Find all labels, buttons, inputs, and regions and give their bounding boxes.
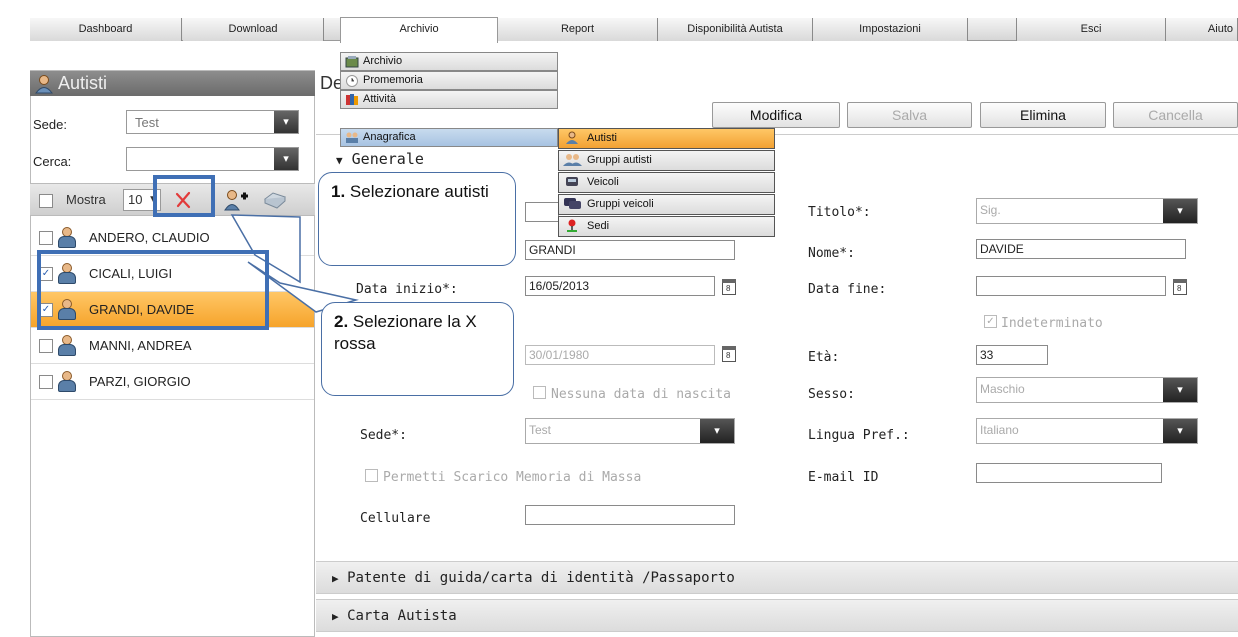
callout-1-text: Selezionare autisti	[345, 182, 489, 201]
callout-step-1: 1. Selezionare autisti	[318, 172, 516, 266]
callout-2-number: 2.	[334, 312, 349, 331]
callout-step-2: 2. Selezionare la X rossa	[321, 302, 514, 396]
callout-2-text: Selezionare la X rossa	[334, 312, 477, 353]
highlight-box-delete	[153, 175, 215, 217]
highlight-box-selection	[37, 250, 269, 330]
callout-1-number: 1.	[331, 182, 346, 201]
